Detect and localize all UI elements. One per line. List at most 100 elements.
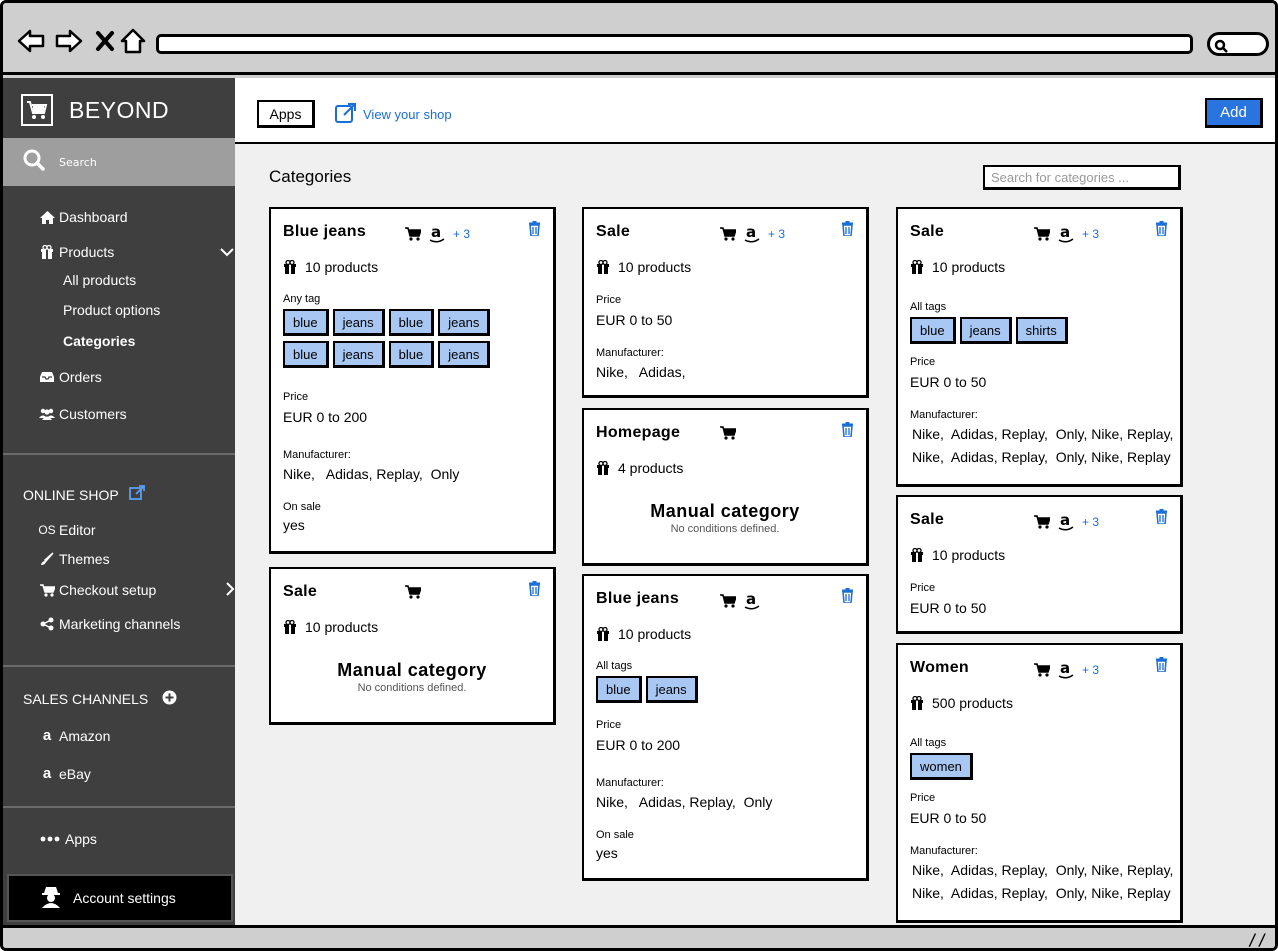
tag-chip[interactable]: blue xyxy=(283,309,329,336)
manufacturer-value: Nike, Adidas, Replay, Only xyxy=(283,466,460,482)
sidebar-item-products[interactable]: Products xyxy=(39,244,234,260)
category-card[interactable]: Homepage 4 products Manual category No c… xyxy=(582,408,869,566)
sidebar-item-categories[interactable]: Categories xyxy=(63,333,135,349)
close-icon[interactable] xyxy=(91,27,119,55)
back-icon[interactable] xyxy=(17,27,45,55)
external-link-icon xyxy=(335,102,357,127)
trash-icon[interactable] xyxy=(1155,509,1168,529)
gift-icon xyxy=(910,260,924,274)
trash-icon[interactable] xyxy=(1155,657,1168,677)
trash-icon[interactable] xyxy=(1155,221,1168,241)
manual-category-subtitle: No conditions defined. xyxy=(670,523,780,535)
sidebar-item-marketing-channels[interactable]: Marketing channels xyxy=(39,616,180,632)
product-count: 500 products xyxy=(932,695,1013,711)
share-icon xyxy=(39,617,55,631)
tag-chip[interactable]: blue xyxy=(910,317,956,344)
sidebar-item-product-options[interactable]: Product options xyxy=(63,302,160,318)
sidebar-item-all-products[interactable]: All products xyxy=(63,272,136,288)
view-shop-label: View your shop xyxy=(363,107,452,122)
tag-chip[interactable]: blue xyxy=(388,309,435,336)
sidebar-item-apps[interactable]: Apps xyxy=(39,831,97,847)
sidebar-search[interactable]: Search xyxy=(3,138,235,186)
add-circle-icon[interactable] xyxy=(162,690,177,708)
card-title: Women xyxy=(910,659,969,676)
section-sales-channels: SALES CHANNELS xyxy=(23,690,177,708)
sidebar-item-amazon[interactable]: a Amazon xyxy=(39,727,111,744)
tags-label: All tags xyxy=(596,660,633,672)
product-count: 10 products xyxy=(932,259,1006,275)
cart-icon xyxy=(405,227,421,241)
trash-icon[interactable] xyxy=(841,221,854,241)
home-icon[interactable] xyxy=(119,27,147,55)
category-card[interactable]: Blue jeans a 10 products All tags blue j… xyxy=(582,574,869,881)
manufacturer-value: Nike, Adidas, xyxy=(596,364,686,380)
manufacturer-label: Manufacturer: xyxy=(596,347,664,359)
users-icon xyxy=(39,408,55,420)
trash-icon[interactable] xyxy=(841,588,854,608)
more-channels-link[interactable]: + 3 xyxy=(768,227,785,241)
sidebar-divider xyxy=(3,665,239,667)
tag-chip[interactable]: jeans xyxy=(645,676,698,703)
trash-icon[interactable] xyxy=(528,581,541,601)
apps-button[interactable]: Apps xyxy=(257,100,315,128)
chevron-down-icon[interactable] xyxy=(219,244,235,260)
brand[interactable]: BEYOND xyxy=(21,94,169,126)
more-channels-link[interactable]: + 3 xyxy=(1082,515,1099,529)
chevron-right-icon[interactable] xyxy=(225,581,235,600)
search-icon xyxy=(1214,38,1228,57)
category-card[interactable]: Women a + 3 500 products All tags women … xyxy=(896,643,1183,923)
tag-chip[interactable]: blue xyxy=(596,676,642,703)
category-card[interactable]: Sale 10 products Manual category No cond… xyxy=(269,567,556,725)
category-search-input[interactable]: Search for categories ... xyxy=(983,165,1181,190)
add-button[interactable]: Add xyxy=(1205,98,1263,128)
price-value: EUR 0 to 50 xyxy=(910,600,987,616)
category-card[interactable]: Sale a + 3 10 products All tags blue jea… xyxy=(896,207,1183,487)
svg-text:a: a xyxy=(1060,225,1070,241)
tag-chip[interactable]: jeans xyxy=(332,341,385,368)
view-shop-link[interactable]: View your shop xyxy=(335,102,452,127)
tag-chip[interactable]: shirts xyxy=(1015,317,1068,344)
sidebar-item-dashboard[interactable]: Dashboard xyxy=(39,209,128,225)
card-title: Sale xyxy=(596,223,631,240)
sidebar-item-label: Apps xyxy=(65,831,97,847)
tag-chip[interactable]: jeans xyxy=(959,317,1012,344)
manufacturer-label: Manufacturer: xyxy=(910,409,978,421)
price-label: Price xyxy=(596,294,622,306)
tag-chip[interactable]: blue xyxy=(388,341,435,368)
forward-icon[interactable] xyxy=(55,27,83,55)
account-settings-button[interactable]: Account settings xyxy=(7,874,233,922)
more-channels-link[interactable]: + 3 xyxy=(1082,227,1099,241)
price-label: Price xyxy=(910,792,936,804)
resize-handle-icon[interactable]: // xyxy=(1248,930,1267,948)
category-card[interactable]: Sale a + 3 10 products Price EUR 0 to 50… xyxy=(582,207,869,398)
browser-window: BEYOND Search Dashboard Products All pro… xyxy=(0,0,1278,951)
tag-chip[interactable]: jeans xyxy=(438,309,491,336)
category-card[interactable]: Blue jeans a + 3 10 products Any tag blu… xyxy=(269,207,556,554)
sidebar-item-themes[interactable]: Themes xyxy=(39,551,110,567)
sidebar-item-checkout-setup[interactable]: Checkout setup xyxy=(39,581,235,598)
sidebar-item-orders[interactable]: Orders xyxy=(39,369,102,385)
tag-chip[interactable]: jeans xyxy=(438,341,491,368)
category-card[interactable]: Sale a + 3 10 products Price EUR 0 to 50 xyxy=(896,495,1183,634)
sidebar-item-label: Amazon xyxy=(59,727,111,744)
more-channels-link[interactable]: + 3 xyxy=(1082,663,1099,677)
amazon-icon: a xyxy=(1058,661,1074,679)
browser-search-field[interactable] xyxy=(1207,32,1269,56)
cart-icon xyxy=(720,426,736,440)
trash-icon[interactable] xyxy=(528,221,541,241)
page-title: Categories xyxy=(269,167,352,186)
external-link-icon[interactable] xyxy=(128,485,145,504)
sidebar-item-customers[interactable]: Customers xyxy=(39,406,127,422)
editor-icon: OS xyxy=(38,523,56,537)
trash-icon[interactable] xyxy=(841,422,854,442)
more-dots-icon xyxy=(39,836,61,842)
tag-chip[interactable]: blue xyxy=(283,341,329,368)
tag-chip[interactable]: jeans xyxy=(332,309,385,336)
section-heading: SALES CHANNELS xyxy=(23,691,149,707)
sidebar-item-editor[interactable]: OS Editor xyxy=(38,522,95,538)
sidebar-item-ebay[interactable]: a eBay xyxy=(39,765,91,782)
address-bar[interactable] xyxy=(156,34,1193,54)
tag-chip[interactable]: women xyxy=(910,753,973,780)
cart-icon xyxy=(1034,663,1050,677)
more-channels-link[interactable]: + 3 xyxy=(453,227,470,241)
